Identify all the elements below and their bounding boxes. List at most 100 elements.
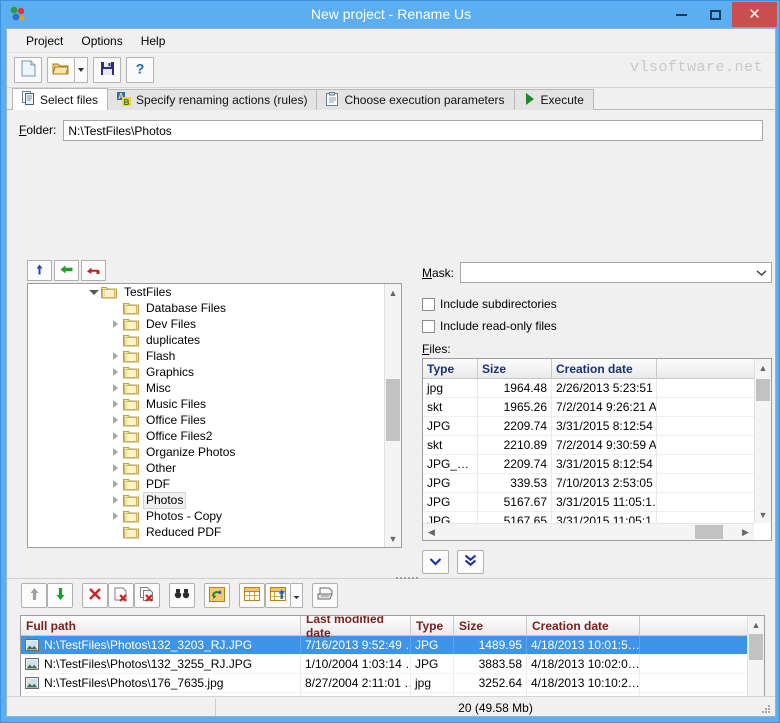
files-vertical-scrollbar[interactable]: ▲ ▼: [754, 359, 771, 523]
chevron-right-icon[interactable]: [110, 383, 121, 394]
tree-item-flash[interactable]: Flash: [28, 348, 384, 364]
files-grid-row[interactable]: jpg 1964.48 2/26/2013 5:23:51 …: [423, 379, 754, 398]
add-all-button[interactable]: [457, 550, 484, 574]
tree-item-office-files[interactable]: Office Files: [28, 412, 384, 428]
chevron-right-icon[interactable]: [110, 511, 121, 522]
files-grid-row[interactable]: JPG 339.53 7/10/2013 2:53:05 …: [423, 474, 754, 493]
tree-item-graphics[interactable]: Graphics: [28, 364, 384, 380]
chevron-right-icon[interactable]: [110, 367, 121, 378]
files-grid-row[interactable]: skt 1965.26 7/2/2014 9:26:21 AM: [423, 398, 754, 417]
table-row[interactable]: N:\TestFiles\Photos\132_3203_RJ.JPG 7/16/…: [21, 636, 747, 655]
remove-files-button[interactable]: [134, 583, 160, 608]
print-button[interactable]: [312, 583, 338, 608]
tab-execute[interactable]: Execute: [513, 89, 594, 110]
chevron-down-icon[interactable]: [88, 287, 99, 298]
col-full-path[interactable]: Full path: [21, 616, 301, 635]
tree-item-photos-copy[interactable]: Photos - Copy: [28, 508, 384, 524]
refresh-button[interactable]: [81, 260, 106, 281]
chevron-right-icon[interactable]: [110, 479, 121, 490]
grid-button[interactable]: [239, 583, 265, 608]
move-up-button[interactable]: [21, 583, 47, 608]
tree-item-duplicates[interactable]: duplicates: [28, 332, 384, 348]
col-creation-date[interactable]: Creation date: [527, 616, 640, 635]
open-project-button[interactable]: [47, 57, 75, 83]
tree-item-music-files[interactable]: Music Files: [28, 396, 384, 412]
menu-options[interactable]: Options: [72, 32, 131, 50]
scroll-up-arrow[interactable]: ▲: [385, 284, 401, 301]
find-button[interactable]: [169, 583, 195, 608]
scroll-thumb[interactable]: [386, 379, 400, 441]
tab-select-files[interactable]: Select files: [12, 88, 109, 110]
chevron-right-icon[interactable]: [110, 431, 121, 442]
maximize-button[interactable]: [698, 2, 732, 27]
folder-input[interactable]: N:\TestFiles\Photos: [63, 119, 763, 141]
files-col-type[interactable]: Type: [423, 359, 478, 378]
tree-vertical-scrollbar[interactable]: ▲ ▼: [384, 284, 401, 547]
refresh-list-button[interactable]: [204, 583, 230, 608]
include-readonly-row[interactable]: Include read-only files: [422, 319, 557, 333]
tree-item-dev-files[interactable]: Dev Files: [28, 316, 384, 332]
files-grid-row[interactable]: skt 2210.89 7/2/2014 9:30:59 AM: [423, 436, 754, 455]
files-grid-row[interactable]: JPG_… 5167.65 3/31/2015 11:05:1…: [423, 512, 754, 523]
files-col-creation[interactable]: Creation date: [552, 359, 657, 378]
tree-item-photos[interactable]: Photos: [28, 491, 384, 509]
chevron-right-icon[interactable]: [110, 399, 121, 410]
table-row[interactable]: N:\TestFiles\Photos\132_3255_RJ.JPG 1/10/…: [21, 655, 747, 674]
include-subdirectories-row[interactable]: Include subdirectories: [422, 297, 557, 311]
include-subdirectories-checkbox[interactable]: [422, 297, 435, 311]
hscroll-left-arrow[interactable]: ◀: [423, 524, 440, 540]
up-one-level-button[interactable]: [27, 260, 52, 281]
remove-file-button[interactable]: [108, 583, 134, 608]
back-button[interactable]: [54, 260, 79, 281]
resize-grip[interactable]: [760, 703, 772, 715]
new-project-button[interactable]: [14, 57, 42, 83]
files-col-size[interactable]: Size: [478, 359, 552, 378]
close-button[interactable]: ✕: [732, 2, 777, 27]
folder-tree[interactable]: TestFiles Database Files Dev Files duplicat…: [27, 283, 402, 548]
include-readonly-checkbox[interactable]: [422, 319, 435, 333]
tab-specify-rules[interactable]: AB Specify renaming actions (rules): [107, 89, 318, 110]
tree-item-reduced-pdf[interactable]: Reduced PDF: [28, 524, 384, 540]
splitter[interactable]: [7, 576, 775, 581]
add-selected-button[interactable]: [422, 550, 449, 574]
tree-item-database-files[interactable]: Database Files: [28, 300, 384, 316]
export-grid-button[interactable]: [265, 583, 291, 608]
save-project-button[interactable]: [93, 57, 121, 83]
minimize-button[interactable]: [664, 2, 698, 27]
tree-item-misc[interactable]: Misc: [28, 380, 384, 396]
tree-item-organize-photos[interactable]: Organize Photos: [28, 444, 384, 460]
chevron-right-icon[interactable]: [110, 447, 121, 458]
move-down-button[interactable]: [47, 583, 73, 608]
files-grid-row[interactable]: JPG_… 2209.74 3/31/2015 8:12:54 …: [423, 455, 754, 474]
scroll-thumb[interactable]: [749, 634, 763, 660]
tree-item-testfiles[interactable]: TestFiles: [28, 284, 384, 300]
open-project-dropdown[interactable]: [75, 57, 88, 83]
files-horizontal-scrollbar[interactable]: ◀ ▶: [423, 523, 754, 540]
tree-item-other[interactable]: Other: [28, 460, 384, 476]
col-last-modified[interactable]: Last modified date: [301, 616, 411, 640]
chevron-right-icon[interactable]: [110, 463, 121, 474]
col-type[interactable]: Type: [411, 616, 454, 635]
menu-help[interactable]: Help: [132, 32, 175, 50]
scroll-thumb[interactable]: [756, 379, 770, 401]
tree-item-office-files2[interactable]: Office Files2: [28, 428, 384, 444]
files-grid-row[interactable]: JPG 5167.67 3/31/2015 11:05:1…: [423, 493, 754, 512]
delete-button[interactable]: [82, 583, 108, 608]
files-grid-row[interactable]: JPG 2209.74 3/31/2015 8:12:54 …: [423, 417, 754, 436]
chevron-right-icon[interactable]: [110, 319, 121, 330]
chevron-right-icon[interactable]: [110, 351, 121, 362]
tab-execution-parameters[interactable]: Choose execution parameters: [316, 89, 515, 110]
mask-combobox[interactable]: [460, 262, 772, 283]
help-button[interactable]: ?: [126, 57, 154, 83]
col-size[interactable]: Size: [454, 616, 527, 635]
chevron-right-icon[interactable]: [110, 495, 121, 506]
table-row[interactable]: N:\TestFiles\Photos\176_7635.jpg 8/27/200…: [21, 674, 747, 693]
scroll-up-arrow[interactable]: ▲: [748, 616, 764, 633]
tree-item-pdf[interactable]: PDF: [28, 476, 384, 492]
scroll-down-arrow[interactable]: ▼: [385, 530, 401, 547]
menu-project[interactable]: Project: [17, 32, 72, 50]
files-grid[interactable]: Type Size Creation date jpg 1964.48 2/26/2…: [422, 358, 772, 541]
hscroll-thumb[interactable]: [695, 525, 723, 539]
scroll-down-arrow[interactable]: ▼: [755, 506, 771, 523]
chevron-right-icon[interactable]: [110, 415, 121, 426]
